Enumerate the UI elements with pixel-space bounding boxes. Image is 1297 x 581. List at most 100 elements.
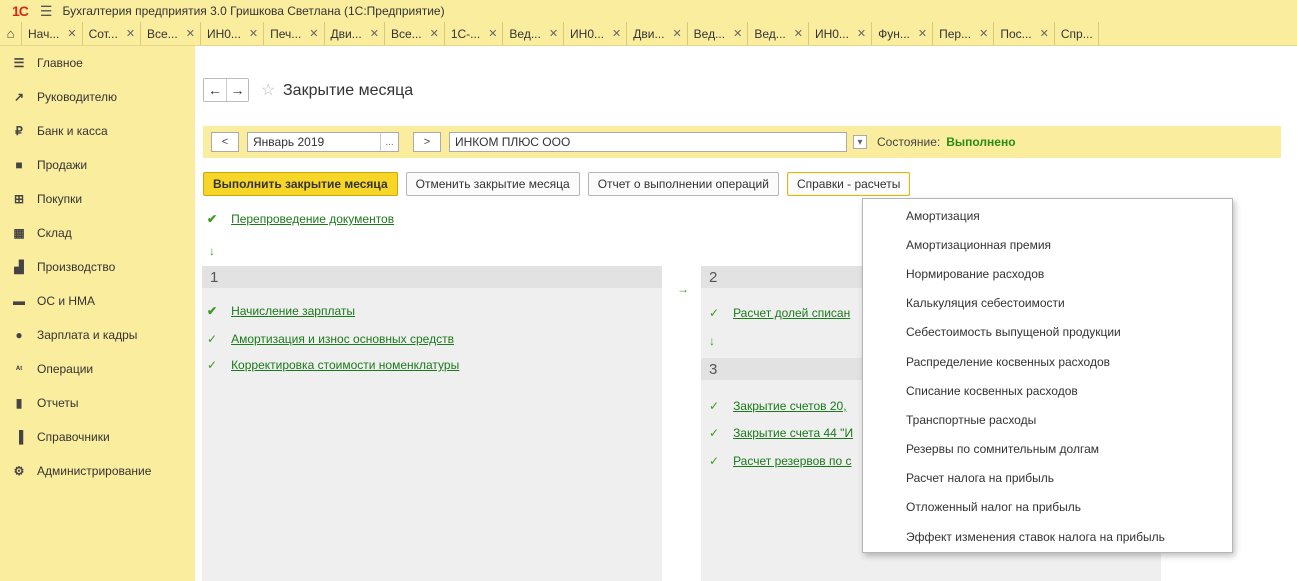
menu-item[interactable]: Нормирование расходов [863,259,1232,288]
home-icon[interactable]: ⌂ [0,22,22,45]
close-icon[interactable]: ✕ [430,27,439,40]
tab[interactable]: ИН0... ✕ [201,22,265,45]
close-icon[interactable]: ✕ [794,27,803,40]
tab[interactable]: Пос... ✕ [994,22,1055,45]
close-icon[interactable]: ✕ [186,27,195,40]
menu-item[interactable]: Эффект изменения ставок налога на прибыл… [863,522,1232,551]
back-arrow-icon[interactable]: ← [204,79,226,101]
main-menu-icon[interactable]: ☰ [40,3,53,20]
tab[interactable]: Фун... ✕ [872,22,934,45]
sidebar-item-manager[interactable]: ↗ Руководителю [0,80,195,114]
tab[interactable]: Спр... [1055,22,1099,45]
sidebar-item-bank[interactable]: ₽ Банк и касса [0,114,195,148]
tab[interactable]: Вед... ✕ [503,22,565,45]
tab[interactable]: Все... ✕ [385,22,445,45]
sidebar: ☰ Главное ↗ Руководителю ₽ Банк и касса ■ Пр… [0,46,195,581]
tab[interactable]: ИН0... ✕ [564,22,628,45]
sidebar-item-warehouse[interactable]: ▦ Склад [0,216,195,250]
cancel-close-button[interactable]: Отменить закрытие месяца [405,172,580,196]
sidebar-item-production[interactable]: ▟ Производство [0,250,195,284]
close-icon[interactable]: ✕ [672,27,681,40]
tab-label: Нач... [28,26,60,41]
step-link[interactable]: Расчет резервов по с [733,454,851,468]
organization-field[interactable]: ИНКОМ ПЛЮС ООО ▾ [449,132,867,152]
chevron-down-icon[interactable]: ▾ [853,135,867,149]
close-icon[interactable]: ✕ [857,27,866,40]
step-link[interactable]: Закрытие счета 44 "И [733,426,853,440]
step-number: 1 [202,266,662,288]
sidebar-item-purchases[interactable]: ⊞ Покупки [0,182,195,216]
menu-item[interactable]: Расчет налога на прибыль [863,464,1232,493]
close-icon[interactable]: ✕ [733,27,742,40]
close-icon[interactable]: ✕ [549,27,558,40]
step-row: ✔ Начисление зарплаты [207,304,355,318]
step-link[interactable]: Закрытие счетов 20, [733,399,847,413]
sidebar-item-admin[interactable]: ⚙ Администрирование [0,454,195,488]
period-field[interactable]: Январь 2019 ... [247,132,399,152]
favorite-star-icon[interactable]: ☆ [261,80,275,100]
title-bar: 1С ☰ Бухгалтерия предприятия 3.0 Гришков… [0,0,1297,22]
close-icon[interactable]: ✕ [488,27,497,40]
repost-link[interactable]: Перепроведение документов [231,212,394,226]
run-close-button[interactable]: Выполнить закрытие месяца [203,172,398,196]
operations-icon: ᴬᵗ [15,364,23,374]
period-select-button[interactable]: ... [380,133,398,151]
tab[interactable]: Сот... ✕ [83,22,142,45]
check-icon: ✓ [709,306,720,320]
sidebar-item-reports[interactable]: ▮ Отчеты [0,386,195,420]
tab[interactable]: 1С-... ✕ [445,22,504,45]
next-period-button[interactable]: > [413,132,441,152]
tab[interactable]: Вед... ✕ [688,22,749,45]
close-icon[interactable]: ✕ [126,27,135,40]
close-icon[interactable]: ✕ [979,27,988,40]
menu-item[interactable]: Отложенный налог на прибыль [863,493,1232,522]
step-row: ✓ Амортизация и износ основных средств [207,332,454,346]
sidebar-item-main[interactable]: ☰ Главное [0,46,195,80]
tab[interactable]: Пер... ✕ [933,22,995,45]
step-row: ✓ Расчет долей списан [709,306,850,320]
prev-period-button[interactable]: < [211,132,239,152]
close-icon[interactable]: ✕ [309,27,318,40]
close-icon[interactable]: ✕ [370,27,379,40]
menu-item[interactable]: Амортизационная премия [863,230,1232,259]
sidebar-item-references[interactable]: ▐ Справочники [0,420,195,454]
menu-item[interactable]: Списание косвенных расходов [863,376,1232,405]
tab-label: Пер... [939,26,972,41]
report-button[interactable]: Отчет о выполнении операций [587,172,779,196]
step-row: ✓ Корректировка стоимости номенклатуры [207,358,459,372]
organization-value: ИНКОМ ПЛЮС ООО [455,135,571,149]
step-link[interactable]: Расчет долей списан [733,306,850,320]
menu-item[interactable]: Транспортные расходы [863,405,1232,434]
step-link[interactable]: Начисление зарплаты [231,304,355,318]
sidebar-item-salary[interactable]: ● Зарплата и кадры [0,318,195,352]
step-link[interactable]: Амортизация и износ основных средств [231,332,454,346]
tab[interactable]: ИН0... ✕ [809,22,873,45]
tab[interactable]: Вед... ✕ [748,22,809,45]
refs-calc-button[interactable]: Справки - расчеты [786,172,911,196]
arrow-right-icon: → [677,282,689,296]
factory-icon: ▟ [14,260,24,274]
tab[interactable]: Нач... ✕ [22,22,83,45]
menu-item[interactable]: Распределение косвенных расходов [863,347,1232,376]
sidebar-item-operations[interactable]: ᴬᵗ Операции [0,352,195,386]
tab-label: Фун... [878,26,910,41]
step-link[interactable]: Корректировка стоимости номенклатуры [231,358,459,372]
close-icon[interactable]: ✕ [1040,27,1049,40]
sidebar-item-assets[interactable]: ▬ ОС и НМА [0,284,195,318]
sidebar-item-sales[interactable]: ■ Продажи [0,148,195,182]
close-icon[interactable]: ✕ [612,27,621,40]
menu-item[interactable]: Резервы по сомнительным долгам [863,435,1232,464]
close-icon[interactable]: ✕ [67,27,76,40]
forward-arrow-icon[interactable]: → [226,79,248,101]
period-value: Январь 2019 [253,135,325,149]
tab[interactable]: Дви... ✕ [325,22,385,45]
close-icon[interactable]: ✕ [249,27,258,40]
tab[interactable]: Дви... ✕ [627,22,688,45]
menu-item[interactable]: Себестоимость выпущеной продукции [863,318,1232,347]
tab[interactable]: Печ... ✕ [264,22,325,45]
menu-item[interactable]: Амортизация [863,201,1232,230]
tab-label: ИН0... [206,26,241,41]
close-icon[interactable]: ✕ [918,27,927,40]
menu-item[interactable]: Калькуляция себестоимости [863,289,1232,318]
tab[interactable]: Все... ✕ [141,22,201,45]
